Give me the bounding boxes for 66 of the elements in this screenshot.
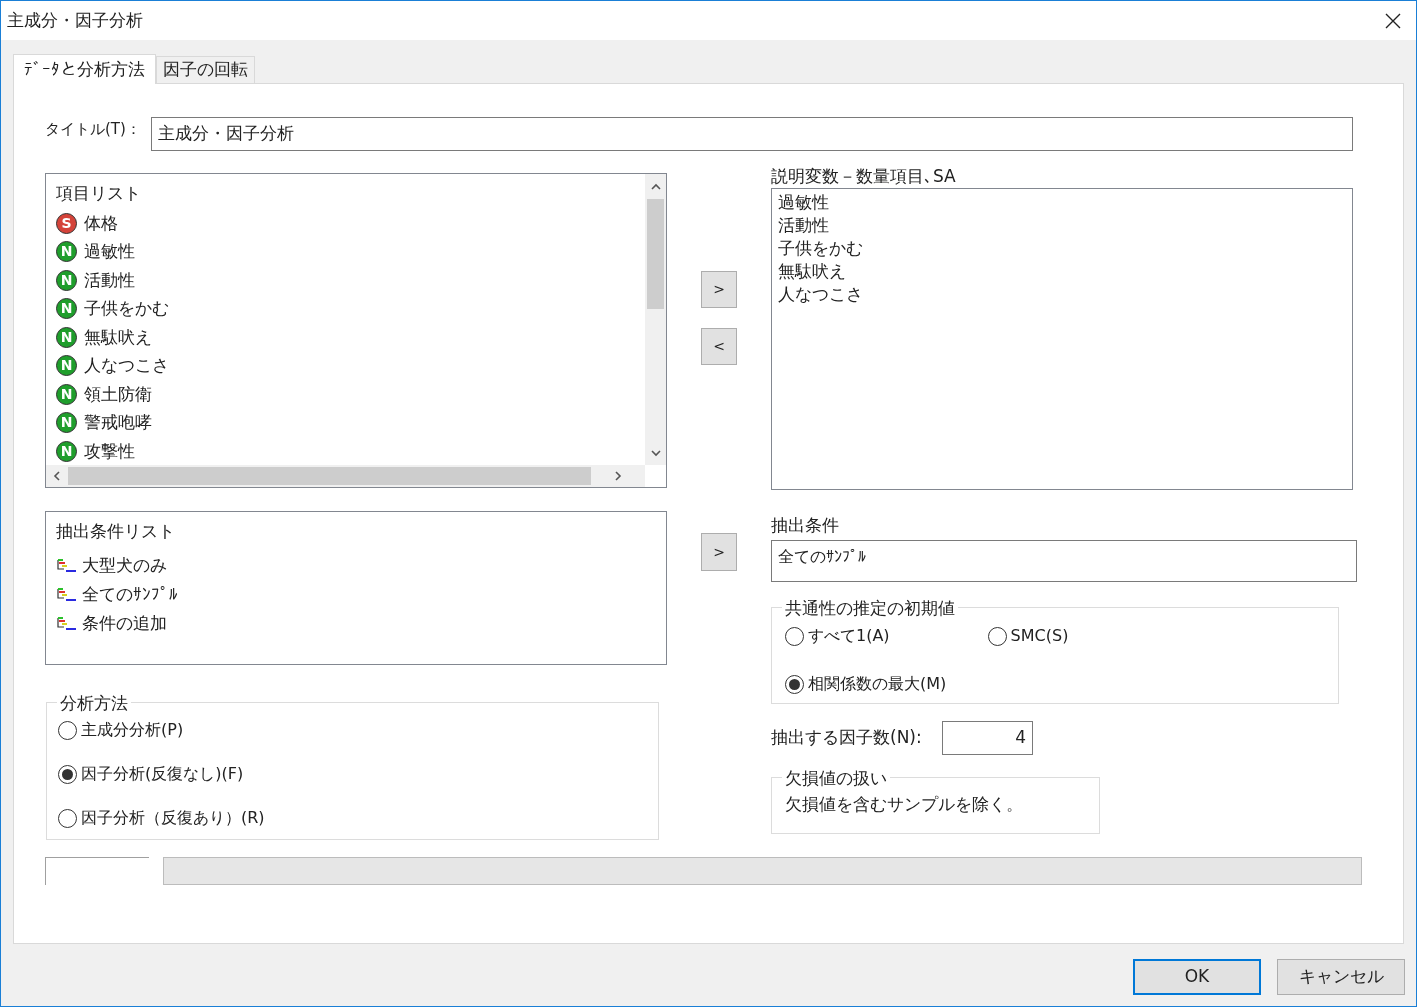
type-badge-icon: N bbox=[56, 355, 77, 377]
radio-option[interactable]: 主成分分析(P) bbox=[58, 718, 658, 742]
radio-button[interactable] bbox=[987, 626, 1007, 646]
list-item[interactable]: 活動性 bbox=[84, 267, 135, 293]
list-item[interactable]: 活動性 bbox=[778, 214, 1352, 237]
tab[interactable]: ﾃﾞｰﾀと分析方法 bbox=[13, 54, 156, 84]
factor-count-field[interactable]: 4 bbox=[942, 721, 1033, 755]
type-badge-icon: N bbox=[56, 269, 77, 291]
list-item[interactable]: 子供をかむ bbox=[778, 237, 1352, 260]
type-badge-icon: N bbox=[56, 326, 77, 348]
type-badge-icon: N bbox=[56, 383, 77, 405]
horizontal-scrollbar[interactable] bbox=[46, 465, 645, 487]
window-title: 主成分・因子分析 bbox=[7, 8, 143, 32]
title-field[interactable]: 主成分・因子分析 bbox=[151, 117, 1353, 151]
type-badge-icon: N bbox=[56, 412, 77, 434]
vertical-scrollbar[interactable] bbox=[645, 174, 666, 465]
list-item[interactable]: 領土防衛 bbox=[84, 381, 152, 407]
radio-button[interactable] bbox=[58, 764, 77, 784]
list-header: 項目リスト bbox=[56, 182, 142, 205]
scroll-right-icon[interactable] bbox=[612, 470, 624, 482]
type-badge-icon: S bbox=[56, 212, 77, 234]
move-button[interactable]: < bbox=[701, 328, 737, 365]
move-button[interactable]: > bbox=[701, 271, 737, 308]
list-item[interactable]: 無駄吠え bbox=[778, 260, 1352, 283]
move-button[interactable]: > bbox=[701, 533, 737, 571]
scrollbar-thumb[interactable] bbox=[647, 199, 664, 309]
radio-option[interactable]: 相関係数の最大(M) bbox=[785, 672, 1338, 696]
tree-icon bbox=[56, 586, 78, 603]
radio-option[interactable]: 因子分析(反復なし)(F) bbox=[58, 762, 658, 786]
scrollbar-thumb[interactable] bbox=[68, 467, 591, 485]
scroll-left-icon[interactable] bbox=[51, 470, 63, 482]
radio-option[interactable]: SMC(S) bbox=[987, 624, 1069, 648]
list-item[interactable]: 人なつこさ bbox=[84, 353, 169, 379]
type-badge-icon: N bbox=[56, 298, 77, 320]
type-badge-icon: N bbox=[56, 241, 77, 263]
condition-field[interactable]: 全てのｻﾝﾌﾟﾙ bbox=[771, 540, 1357, 582]
type-badge-icon: N bbox=[56, 440, 77, 462]
list-item[interactable]: 警戒咆哮 bbox=[84, 410, 152, 436]
list-item[interactable]: 過敏性 bbox=[84, 239, 135, 265]
missing-text: 欠損値を含むサンプルを除く。 bbox=[785, 794, 1023, 814]
radio-button[interactable] bbox=[58, 808, 77, 828]
factor-count-label: 抽出する因子数(N): bbox=[771, 726, 923, 750]
list-item[interactable]: 過敏性 bbox=[778, 191, 1352, 214]
list-item[interactable]: 大型犬のみ bbox=[82, 552, 167, 579]
tree-icon bbox=[56, 557, 78, 574]
list-item[interactable]: 体格 bbox=[84, 210, 118, 236]
tab[interactable]: 因子の回転 bbox=[156, 56, 255, 83]
radio-button[interactable] bbox=[58, 720, 77, 740]
radio-button[interactable] bbox=[785, 674, 804, 694]
field-label: 抽出条件 bbox=[771, 514, 840, 537]
list-item[interactable]: 人なつこさ bbox=[778, 283, 1352, 306]
list-item[interactable]: 全てのｻﾝﾌﾟﾙ bbox=[82, 581, 178, 608]
list-item[interactable]: 条件の追加 bbox=[82, 610, 167, 637]
dialog-button[interactable]: OK bbox=[1133, 959, 1261, 995]
dialog-button[interactable]: キャンセル bbox=[1277, 959, 1405, 995]
field-label: 説明変数－数量項目､SA bbox=[771, 165, 957, 188]
radio-option[interactable]: すべて1(A) bbox=[785, 624, 890, 648]
list-item[interactable]: 攻撃性 bbox=[84, 438, 135, 464]
title-label: タイトル(T)： bbox=[45, 118, 142, 140]
list-item[interactable]: 無駄吠え bbox=[84, 324, 152, 350]
radio-button[interactable] bbox=[785, 626, 804, 646]
list-header: 抽出条件リスト bbox=[56, 520, 176, 543]
list-item[interactable]: 子供をかむ bbox=[84, 296, 169, 322]
tree-icon bbox=[56, 615, 78, 632]
close-icon[interactable] bbox=[1384, 11, 1402, 30]
radio-option[interactable]: 因子分析（反復あり）(R) bbox=[58, 806, 658, 830]
